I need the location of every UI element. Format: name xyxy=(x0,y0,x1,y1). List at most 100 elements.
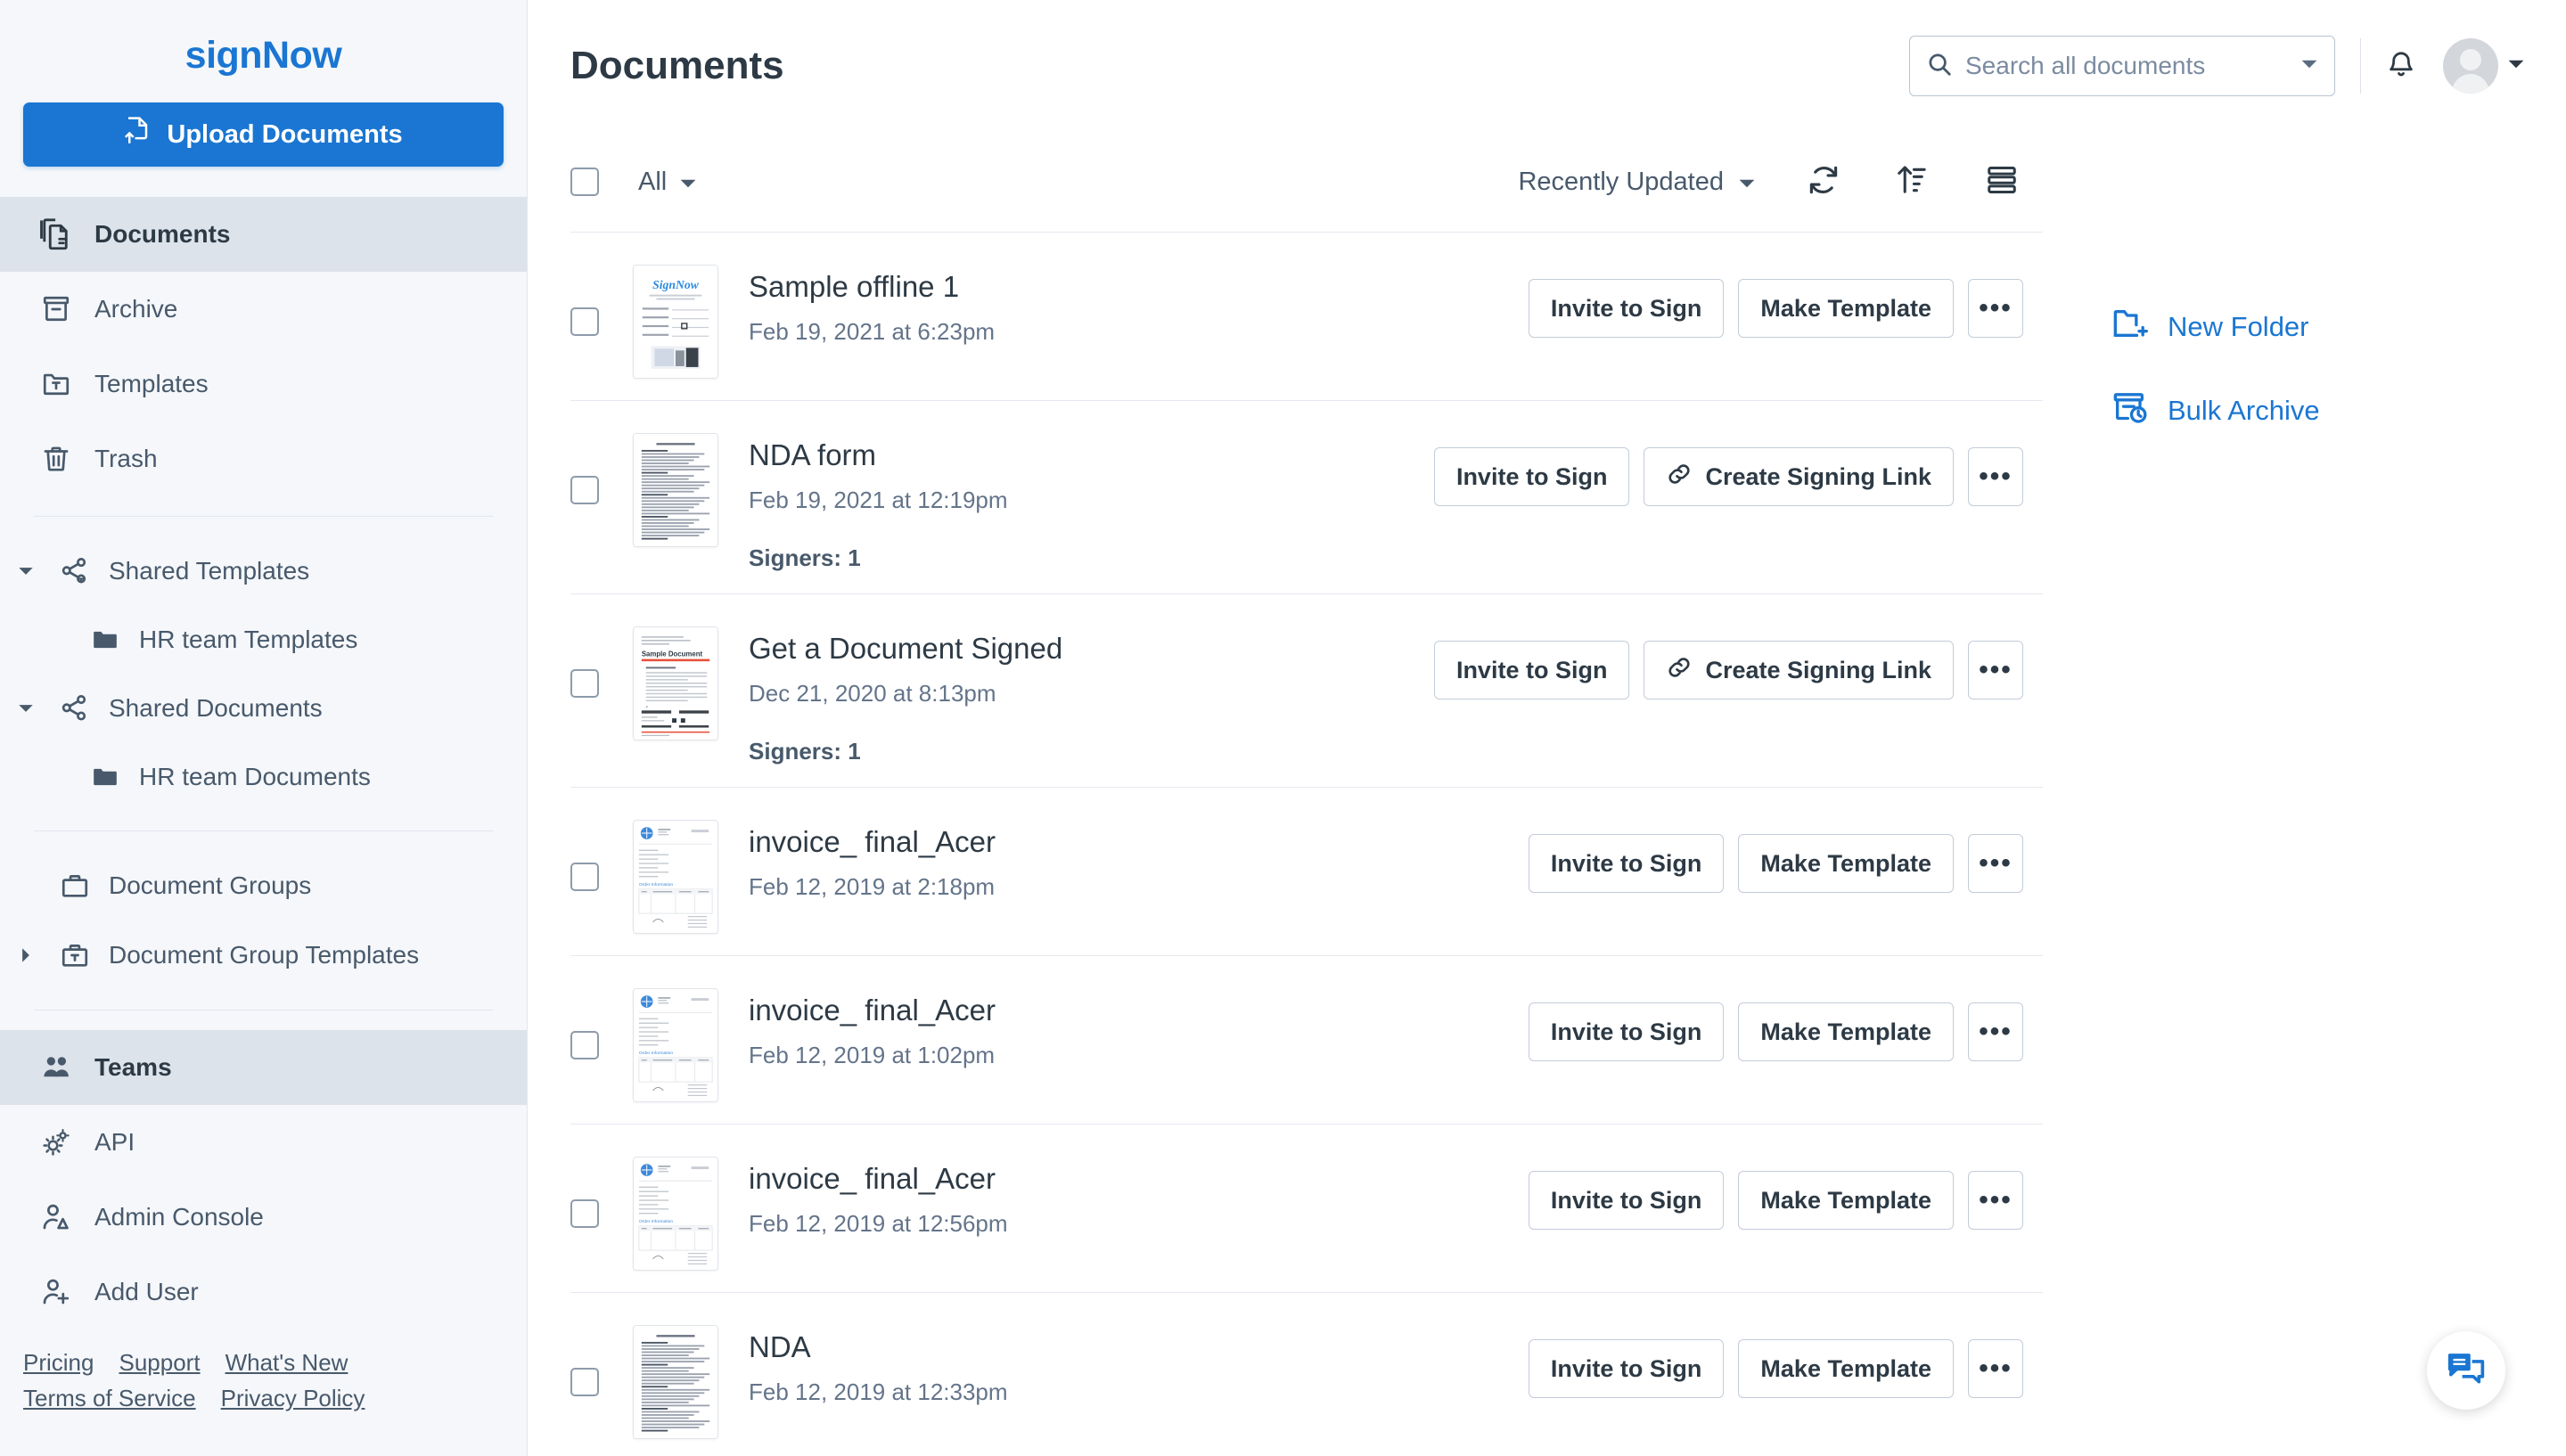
footer-link-terms-of-service[interactable]: Terms of Service xyxy=(23,1386,196,1410)
sidebar-item-add-user[interactable]: Add User xyxy=(0,1255,527,1329)
select-all-checkbox[interactable] xyxy=(570,168,599,196)
create-signing-link-button[interactable]: Create Signing Link xyxy=(1644,447,1954,506)
chevron-down-icon[interactable] xyxy=(2300,58,2318,75)
row-checkbox[interactable] xyxy=(570,669,599,698)
folder-icon xyxy=(93,765,121,789)
brand-logo[interactable]: signNow xyxy=(0,0,527,90)
chat-widget-button[interactable] xyxy=(2427,1331,2505,1410)
template-folder-icon xyxy=(39,367,73,401)
row-checkbox[interactable] xyxy=(570,476,599,504)
briefcase-template-icon xyxy=(57,937,93,973)
document-signers: Signers: 1 xyxy=(749,738,861,765)
sidebar-item-document-group-templates[interactable]: Document Group Templates xyxy=(0,920,527,990)
document-name[interactable]: Sample offline 1 xyxy=(749,270,1529,304)
view-toggle-button[interactable] xyxy=(1980,160,2023,203)
row-checkbox[interactable] xyxy=(570,1368,599,1396)
document-name[interactable]: NDA form xyxy=(749,438,1434,472)
sidebar-item-hr-team-documents[interactable]: HR team Documents xyxy=(0,743,527,811)
table-row[interactable]: Order Information invoice_ final_Acer Fe… xyxy=(570,1125,2043,1293)
sidebar-item-hr-team-templates[interactable]: HR team Templates xyxy=(0,606,527,674)
document-thumbnail[interactable]: Order Information xyxy=(633,820,718,934)
more-options-button[interactable]: ••• xyxy=(1968,834,2023,893)
invite-to-sign-button[interactable]: Invite to Sign xyxy=(1528,279,1725,338)
sidebar-item-shared-templates[interactable]: Shared Templates xyxy=(0,536,527,606)
sidebar-item-documents[interactable]: Documents xyxy=(0,197,527,273)
sidebar-item-api[interactable]: API xyxy=(0,1105,527,1180)
row-checkbox[interactable] xyxy=(570,863,599,891)
invite-to-sign-button[interactable]: Invite to Sign xyxy=(1433,641,1630,699)
invite-to-sign-button[interactable]: Invite to Sign xyxy=(1528,834,1725,893)
bulk-archive-button[interactable]: Bulk Archive xyxy=(2112,390,2566,431)
top-bar-right: Search all documents xyxy=(1909,36,2525,96)
footer-link-privacy-policy[interactable]: Privacy Policy xyxy=(221,1386,365,1410)
table-row[interactable]: SignNow Sample offline 1 Feb 19, 2021 at… xyxy=(570,233,2043,401)
sidebar-item-templates[interactable]: Templates xyxy=(0,347,527,421)
document-thumbnail[interactable] xyxy=(633,1325,718,1439)
document-thumbnail[interactable]: Order Information xyxy=(633,988,718,1102)
footer-link-whats-new[interactable]: What's New xyxy=(225,1351,348,1374)
upload-documents-button[interactable]: Upload Documents xyxy=(23,102,504,168)
refresh-button[interactable] xyxy=(1802,160,1845,203)
row-checkbox[interactable] xyxy=(570,1199,599,1228)
document-name[interactable]: invoice_ final_Acer xyxy=(749,994,1529,1027)
footer-link-support[interactable]: Support xyxy=(119,1351,200,1374)
footer-link-pricing[interactable]: Pricing xyxy=(23,1351,94,1374)
make-template-button[interactable]: Make Template xyxy=(1738,1339,1954,1398)
document-signers: Signers: 1 xyxy=(749,544,861,571)
row-actions: Invite to Sign Make Template ••• xyxy=(1528,254,2023,338)
document-thumbnail[interactable] xyxy=(633,433,718,547)
create-signing-link-button[interactable]: Create Signing Link xyxy=(1644,641,1954,699)
sidebar-item-admin-console[interactable]: Admin Console xyxy=(0,1180,527,1255)
notifications-button[interactable] xyxy=(2386,48,2416,85)
sidebar-item-teams[interactable]: Teams xyxy=(0,1030,527,1105)
table-row[interactable]: NDA form Feb 19, 2021 at 12:19pm Signers… xyxy=(570,401,2043,594)
row-checkbox[interactable] xyxy=(570,307,599,336)
caret-down-icon[interactable] xyxy=(11,565,41,577)
sidebar-item-document-groups[interactable]: Document Groups xyxy=(0,851,527,920)
share-template-icon xyxy=(57,553,93,589)
invite-to-sign-button[interactable]: Invite to Sign xyxy=(1433,447,1630,506)
sidebar-item-shared-documents[interactable]: Shared Documents xyxy=(0,674,527,743)
new-folder-button[interactable]: New Folder xyxy=(2112,307,2566,348)
table-row[interactable]: Order Information invoice_ final_Acer Fe… xyxy=(570,956,2043,1125)
make-template-button[interactable]: Make Template xyxy=(1738,279,1954,338)
user-plus-icon xyxy=(39,1275,73,1309)
caret-down-icon[interactable] xyxy=(11,702,41,715)
more-options-button[interactable]: ••• xyxy=(1968,1171,2023,1230)
more-options-button[interactable]: ••• xyxy=(1968,279,2023,338)
document-date: Dec 21, 2020 at 8:13pm xyxy=(749,680,996,707)
sidebar-item-label: Archive xyxy=(94,295,178,323)
chevron-down-icon[interactable] xyxy=(2507,58,2525,75)
sidebar-item-label: Shared Templates xyxy=(109,557,310,585)
more-options-button[interactable]: ••• xyxy=(1968,1002,2023,1061)
table-row[interactable]: NDA Feb 12, 2019 at 12:33pm Invite to Si… xyxy=(570,1293,2043,1456)
search-input[interactable]: Search all documents xyxy=(1909,36,2335,96)
document-name[interactable]: invoice_ final_Acer xyxy=(749,825,1529,859)
caret-right-icon[interactable] xyxy=(11,947,41,963)
invite-to-sign-button[interactable]: Invite to Sign xyxy=(1528,1171,1725,1230)
sidebar-item-archive[interactable]: Archive xyxy=(0,272,527,347)
document-name[interactable]: Get a Document Signed xyxy=(749,632,1434,666)
more-options-button[interactable]: ••• xyxy=(1968,641,2023,699)
make-template-button[interactable]: Make Template xyxy=(1738,1002,1954,1061)
table-row[interactable]: Order Information invoice_ final_Acer Fe… xyxy=(570,788,2043,956)
document-thumbnail[interactable]: Order Information xyxy=(633,1157,718,1271)
document-name[interactable]: NDA xyxy=(749,1330,1529,1364)
document-name[interactable]: invoice_ final_Acer xyxy=(749,1162,1529,1196)
more-options-button[interactable]: ••• xyxy=(1968,447,2023,506)
make-template-button[interactable]: Make Template xyxy=(1738,834,1954,893)
more-options-button[interactable]: ••• xyxy=(1968,1339,2023,1398)
make-template-button[interactable]: Make Template xyxy=(1738,1171,1954,1230)
invite-to-sign-button[interactable]: Invite to Sign xyxy=(1528,1339,1725,1398)
search-icon xyxy=(1926,51,1953,82)
document-thumbnail[interactable]: Sample Document xyxy=(633,626,718,740)
user-menu-button[interactable] xyxy=(2443,38,2525,94)
sidebar-item-trash[interactable]: Trash xyxy=(0,421,527,496)
document-thumbnail[interactable]: SignNow xyxy=(633,265,718,379)
sort-order-button[interactable] xyxy=(1891,160,1934,203)
table-row[interactable]: Sample Document Get a Document Signed De… xyxy=(570,594,2043,788)
invite-to-sign-button[interactable]: Invite to Sign xyxy=(1528,1002,1725,1061)
filter-dropdown[interactable]: All xyxy=(638,168,697,197)
sort-dropdown[interactable]: Recently Updated xyxy=(1518,168,1756,197)
row-checkbox[interactable] xyxy=(570,1031,599,1059)
